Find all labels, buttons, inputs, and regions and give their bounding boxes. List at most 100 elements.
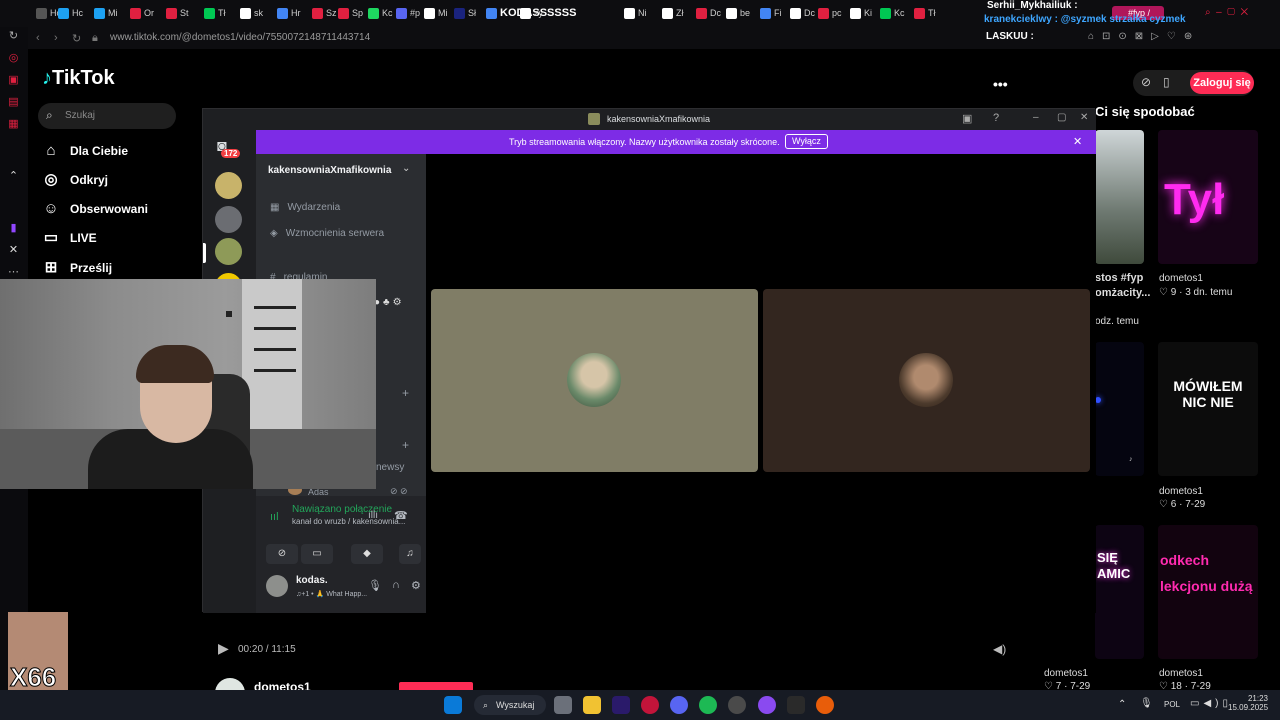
browser-tab[interactable]: zy [520, 5, 543, 21]
history-icon[interactable]: ▦ [7, 118, 20, 131]
video-thumbnail[interactable] [1095, 130, 1144, 264]
messenger-icon[interactable]: ▤ [7, 96, 20, 109]
video-author[interactable]: dometos1 [1159, 668, 1203, 679]
reload-page-icon[interactable]: ↻ [72, 32, 81, 45]
x-icon[interactable]: ✕ [7, 244, 20, 257]
browser-tab[interactable]: sk [240, 5, 263, 21]
video-thumbnail[interactable]: odkech lekcjonu dużą [1158, 525, 1258, 659]
video-thumbnail[interactable]: SIĘ AMIC [1095, 525, 1144, 659]
server-name[interactable]: kakensowniaXmafikownia [268, 165, 391, 176]
inbox-icon[interactable]: ▣ [962, 112, 972, 125]
boosts-channel[interactable]: ◈ Wzmocnienia serwera [270, 228, 384, 239]
search-input[interactable]: ⌕ Szukaj [38, 103, 176, 129]
disable-button[interactable]: Wyłącz [785, 134, 828, 149]
browser-tab[interactable]: be [726, 5, 750, 21]
soundboard-icon[interactable]: ♫ [399, 544, 421, 564]
server-avatar[interactable] [215, 206, 242, 233]
microphone-icon[interactable]: 🎙︎ [368, 579, 382, 592]
window-controls[interactable]: ⌕ – ▢ ✕ [1205, 7, 1248, 18]
play-icon[interactable]: ▶ [218, 640, 229, 657]
more-icon[interactable]: ⋯ [7, 266, 20, 279]
settings-gear-icon[interactable]: ⚙ [411, 579, 421, 592]
opera-icon[interactable] [641, 696, 659, 714]
browser-tab[interactable]: pc [818, 5, 842, 21]
speed-dial-icon[interactable]: ◎ [7, 52, 20, 65]
disconnect-icon[interactable]: ☎ [394, 509, 408, 522]
channel-action-icons[interactable]: ●♣⚙ [374, 297, 405, 308]
obs-icon[interactable] [816, 696, 834, 714]
newsy-channel[interactable]: newsy [376, 462, 404, 473]
browser-tab[interactable]: Zł [662, 5, 684, 21]
nav-upload[interactable]: ⊞ Prześlij [42, 259, 112, 277]
browser-tab[interactable]: Tł [914, 5, 936, 21]
back-icon[interactable]: ‹ [36, 32, 40, 44]
phone-icon[interactable]: ▯ [1163, 75, 1170, 89]
taskbar-search[interactable]: ⌕ Wyszukaj [474, 695, 546, 715]
tray-icons[interactable]: ▭◀)▯ [1190, 698, 1232, 709]
chevron-down-icon[interactable]: ⌄ [402, 163, 410, 174]
volume-icon[interactable]: ◀) [993, 642, 1006, 656]
more-options-icon[interactable]: ••• [993, 76, 1008, 92]
reload-icon[interactable]: ↻ [7, 30, 20, 43]
mic-tray-icon[interactable]: 🎙︎ [1140, 698, 1153, 709]
browser-tab[interactable]: #p [396, 5, 420, 21]
arrow-icon[interactable]: ⌃ [7, 170, 20, 183]
activity-icon[interactable]: ◆ [351, 544, 383, 564]
user-name[interactable]: kodas. [296, 575, 328, 586]
close-icon[interactable]: ✕ [1080, 112, 1088, 123]
participant-tile[interactable] [431, 289, 758, 472]
video-thumbnail[interactable]: ♪ [1095, 342, 1144, 476]
browser-tab[interactable]: Sp [338, 5, 363, 21]
nav-following[interactable]: ☺ Obserwowani [42, 200, 148, 218]
forward-icon[interactable]: › [54, 32, 58, 44]
tiktok-logo[interactable]: ♪TikTok [42, 67, 115, 90]
browser-tab[interactable]: Or [130, 5, 154, 21]
browser-tab[interactable]: Mi [94, 5, 118, 21]
tray-chevron-icon[interactable]: ⌃ [1118, 699, 1126, 710]
browser-tab[interactable]: Dc [696, 5, 721, 21]
browser-tab[interactable]: Ki [850, 5, 872, 21]
task-view-icon[interactable] [554, 696, 572, 714]
spotify-icon[interactable] [699, 696, 717, 714]
help-icon[interactable]: ? [993, 112, 999, 124]
nav-explore[interactable]: ◎ Odkryj [42, 171, 108, 189]
browser-tab[interactable]: Sł [454, 5, 476, 21]
login-button[interactable]: Zaloguj się [1190, 72, 1254, 94]
url-field[interactable]: www.tiktok.com/@dometos1/video/755007214… [110, 32, 370, 43]
add-channel-icon[interactable]: + [402, 438, 409, 452]
events-channel[interactable]: ▦ Wydarzenia [270, 202, 340, 213]
premiere-icon[interactable] [612, 696, 630, 714]
browser-tab[interactable]: Hc [58, 5, 83, 21]
app-icon[interactable] [758, 696, 776, 714]
headphones-icon[interactable]: ∩ [392, 579, 400, 591]
banner-close-icon[interactable]: ✕ [1073, 135, 1082, 148]
participant-tile[interactable] [763, 289, 1090, 472]
video-author[interactable]: dometos1 [1159, 273, 1203, 284]
bag-icon[interactable]: ▣ [7, 74, 20, 87]
browser-tab[interactable]: Ni [624, 5, 647, 21]
video-thumbnail[interactable]: Tył [1158, 130, 1258, 264]
browser-tab[interactable]: Tł [204, 5, 226, 21]
clock[interactable]: 21:23 15.09.2025 [1228, 694, 1268, 712]
video-author[interactable]: dometos1 [1159, 486, 1203, 497]
browser-tab[interactable]: Hr [277, 5, 301, 21]
file-explorer-icon[interactable] [583, 696, 601, 714]
server-avatar[interactable] [215, 172, 242, 199]
capcut-icon[interactable] [787, 696, 805, 714]
add-channel-icon[interactable]: + [402, 386, 409, 400]
video-thumbnail[interactable]: MÓWIŁEM NIC NIE [1158, 342, 1258, 476]
browser-tab[interactable]: Kc [880, 5, 905, 21]
browser-tab[interactable]: Fi [760, 5, 782, 21]
browser-tab[interactable]: St [166, 5, 189, 21]
noise-suppression-icon[interactable]: ıllı [368, 510, 378, 521]
screen-share-icon[interactable]: ▭ [301, 544, 333, 564]
chrome-icon[interactable] [728, 696, 746, 714]
discord-icon[interactable] [670, 696, 688, 714]
browser-tab[interactable]: Sz [312, 5, 337, 21]
browser-tab[interactable]: Mi [424, 5, 448, 21]
twitch-icon[interactable]: ▮ [7, 222, 20, 235]
nav-for-you[interactable]: ⌂ Dla Ciebie [42, 142, 128, 160]
camera-off-icon[interactable]: ⊘ [266, 544, 298, 564]
browser-tab[interactable]: Kc [368, 5, 393, 21]
user-avatar[interactable] [266, 575, 288, 597]
